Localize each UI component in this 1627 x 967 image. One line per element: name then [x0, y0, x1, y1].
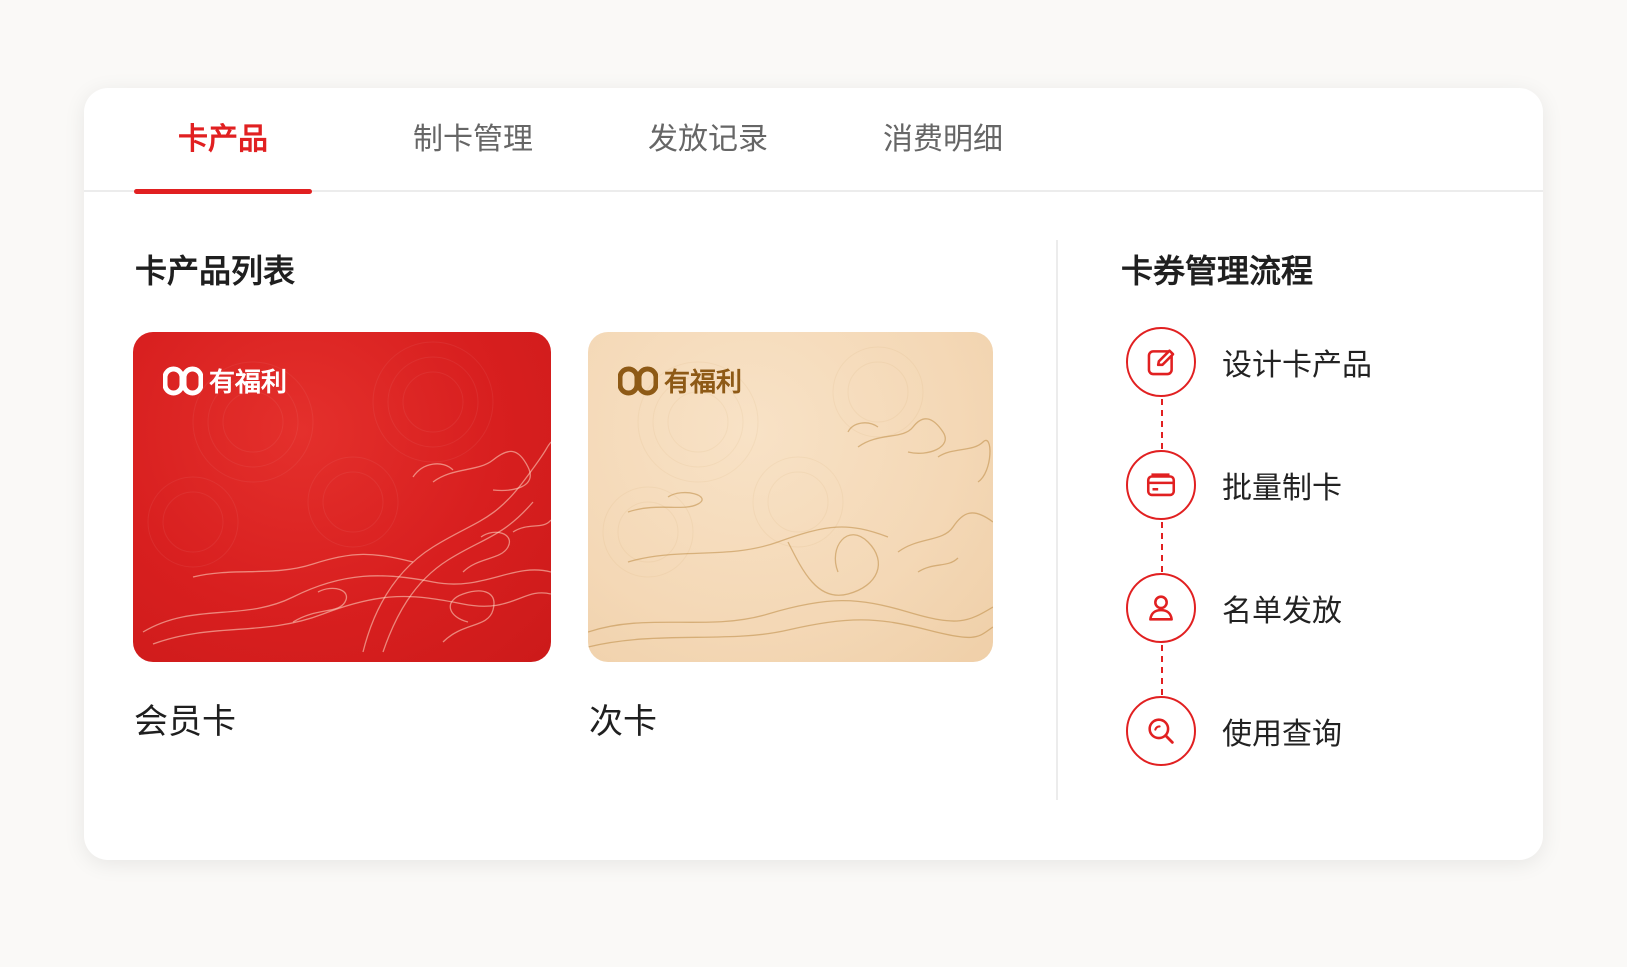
tab-issue-records[interactable]: 发放记录: [619, 120, 797, 192]
tab-card-products[interactable]: 卡产品: [134, 120, 312, 194]
tab-consumption-details[interactable]: 消费明细: [854, 120, 1032, 192]
brand-logo-text: 有福利: [664, 368, 743, 398]
count-card-image[interactable]: 有福利: [588, 332, 993, 662]
card-product-panel: 卡产品 制卡管理 发放记录 消费明细 卡产品列表 有福利 有福利 会员卡 次卡 …: [84, 88, 1543, 860]
card-list-title: 卡产品列表: [135, 252, 296, 290]
user-icon: [1149, 595, 1173, 621]
brand-logo: 有福利: [163, 362, 287, 399]
step-usage-query[interactable]: 使用查询: [1126, 695, 1526, 767]
step-design-card-product[interactable]: 设计卡产品: [1126, 326, 1526, 398]
step-label: 批量制卡: [1222, 471, 1342, 506]
step-icon-circle: [1126, 327, 1196, 397]
step-label: 设计卡产品: [1222, 348, 1372, 383]
search-icon: [1148, 718, 1174, 744]
flow-title: 卡券管理流程: [1121, 252, 1314, 290]
count-card-name[interactable]: 次卡: [589, 694, 657, 743]
brand-logo-text: 有福利: [209, 368, 288, 398]
brand-logo: 有福利: [618, 362, 742, 399]
brand-logo-mark-icon: [163, 366, 203, 395]
step-label: 使用查询: [1222, 717, 1342, 752]
step-label: 名单发放: [1222, 594, 1342, 629]
tab-bar: 卡产品 制卡管理 发放记录 消费明细: [84, 88, 1543, 194]
step-connector: [1161, 522, 1163, 572]
step-list-distribution[interactable]: 名单发放: [1126, 572, 1526, 644]
edit-icon: [1147, 349, 1175, 376]
step-connector: [1161, 645, 1163, 695]
member-card-name[interactable]: 会员卡: [134, 694, 236, 743]
step-icon-circle: [1126, 450, 1196, 520]
step-batch-card-making[interactable]: 批量制卡: [1126, 449, 1526, 521]
vertical-divider: [1056, 240, 1058, 800]
step-icon-circle: [1126, 696, 1196, 766]
member-card-image[interactable]: 有福利: [133, 332, 551, 662]
step-icon-circle: [1126, 573, 1196, 643]
brand-logo-mark-icon: [618, 366, 658, 395]
tab-card-making[interactable]: 制卡管理: [384, 120, 562, 192]
card-icon: [1146, 473, 1176, 497]
step-connector: [1161, 399, 1163, 449]
